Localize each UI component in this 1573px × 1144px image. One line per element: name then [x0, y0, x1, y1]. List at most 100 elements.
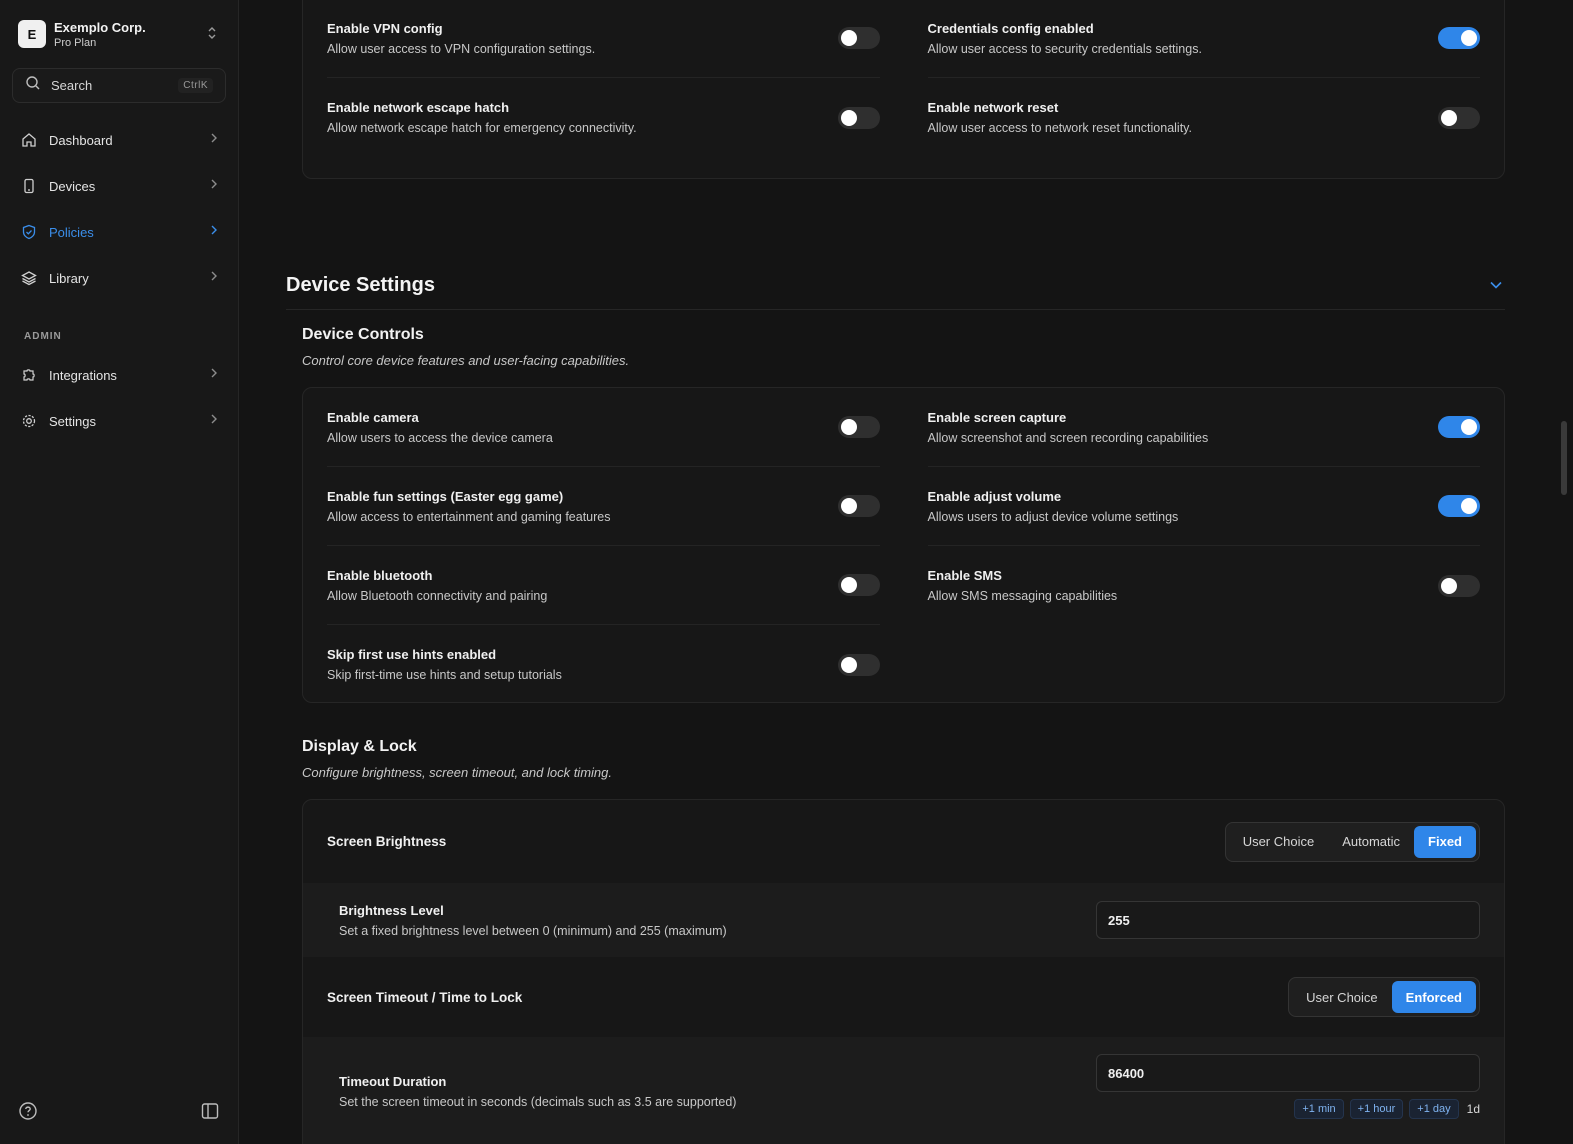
timeout-duration-control: +1 min +1 hour +1 day 1d — [1096, 1054, 1480, 1119]
timeout-duration-text: Timeout Duration Set the screen timeout … — [339, 1054, 1096, 1109]
setting-row-network-reset: Enable network reset Allow user access to… — [927, 78, 1480, 157]
setting-desc: Allow Bluetooth connectivity and pairing — [327, 588, 548, 603]
setting-row-network-escape-hatch: Enable network escape hatch Allow network… — [327, 78, 880, 157]
setting-title: Enable bluetooth — [327, 567, 433, 583]
search-box[interactable]: Search CtrlK — [12, 68, 226, 103]
timeout-option-enforced[interactable]: Enforced — [1391, 981, 1476, 1013]
toggle-credentials-config[interactable] — [1438, 27, 1480, 49]
setting-row-skip-first-use-hints: Skip first use hints enabled Skip first-t… — [327, 625, 880, 704]
display-lock-header: Display & Lock Configure brightness, scr… — [302, 738, 612, 780]
nav-label: Settings — [49, 413, 96, 429]
brightness-mode-selector: User Choice Automatic Fixed — [1224, 821, 1480, 862]
setting-desc: Allow access to entertainment and gaming… — [327, 509, 611, 524]
setting-desc: Set the screen timeout in seconds (decim… — [339, 1095, 737, 1109]
device-controls-grid: Enable camera Allow users to access the d… — [303, 388, 1504, 704]
toggle-network-reset[interactable] — [1438, 106, 1480, 129]
puzzle-icon — [20, 366, 38, 384]
chevron-right-icon — [210, 131, 218, 149]
org-switcher[interactable]: E Exemplo Corp. Pro Plan — [0, 0, 238, 56]
setting-title: Enable camera — [327, 409, 419, 425]
setting-title: Enable network reset — [927, 100, 1059, 115]
device-settings-header[interactable]: Device Settings — [286, 262, 1505, 310]
toggle-network-escape-hatch[interactable] — [837, 106, 880, 129]
chevron-down-icon[interactable] — [1489, 277, 1503, 295]
nav-item-settings[interactable]: Settings — [0, 398, 238, 444]
setting-title: Enable fun settings (Easter egg game) — [327, 488, 564, 504]
setting-title: Enable adjust volume — [927, 488, 1062, 504]
add-1-hour-button[interactable]: +1 hour — [1349, 1099, 1404, 1119]
subsection-title: Device Controls — [302, 326, 424, 343]
chevron-right-icon — [210, 177, 218, 195]
toggle-bluetooth[interactable] — [837, 574, 880, 596]
network-grid: Enable VPN config Allow user access to VP… — [303, 0, 1504, 157]
setting-row-camera: Enable camera Allow users to access the d… — [327, 388, 880, 467]
section-title: Device Settings — [286, 274, 435, 296]
setting-title: Enable SMS — [927, 568, 1002, 583]
brightness-option-fixed[interactable]: Fixed — [1414, 825, 1476, 858]
sidebar-toggle-icon[interactable] — [200, 1101, 220, 1126]
help-icon[interactable] — [18, 1101, 38, 1126]
nav-label: Devices — [49, 178, 96, 194]
device-controls-header: Device Controls Control core device feat… — [302, 326, 629, 368]
toggle-vpn-config[interactable] — [837, 27, 880, 49]
toggle-fun-settings[interactable] — [837, 495, 880, 517]
setting-row-credentials-config: Credentials config enabled Allow user acc… — [927, 0, 1480, 78]
chevron-right-icon — [210, 412, 218, 430]
setting-desc: Allow network escape hatch for emergency… — [327, 121, 637, 135]
toggle-sms[interactable] — [1438, 574, 1480, 597]
search-shortcut: CtrlK — [178, 78, 213, 93]
nav-item-library[interactable]: Library — [0, 255, 238, 301]
timeout-human-readable: 1d — [1466, 1102, 1480, 1116]
brightness-level-panel: Brightness Level Set a fixed brightness … — [303, 883, 1504, 957]
toggle-skip-first-use-hints[interactable] — [837, 653, 880, 676]
brightness-option-user-choice[interactable]: User Choice — [1229, 826, 1329, 858]
add-1-day-button[interactable]: +1 day — [1409, 1099, 1459, 1119]
admin-section-label: ADMIN — [24, 331, 62, 342]
home-icon — [20, 131, 38, 149]
setting-desc: Allow user access to network reset funct… — [927, 121, 1192, 135]
chevron-up-down-icon — [204, 26, 220, 43]
shield-check-icon — [20, 223, 38, 241]
setting-row-bluetooth: Enable bluetooth Allow Bluetooth connecti… — [327, 546, 880, 625]
nav-item-integrations[interactable]: Integrations — [0, 352, 238, 398]
setting-desc: Allow users to access the device camera — [327, 430, 553, 445]
phone-icon — [20, 177, 38, 195]
device-controls-card: Enable camera Allow users to access the d… — [302, 387, 1505, 703]
setting-title: Brightness Level — [339, 902, 444, 918]
scrollbar-thumb[interactable] — [1561, 421, 1567, 495]
setting-title: Screen Timeout / Time to Lock — [327, 989, 523, 1005]
chevron-right-icon — [210, 269, 218, 287]
toggle-adjust-volume[interactable] — [1438, 495, 1480, 517]
org-avatar: E — [18, 20, 46, 48]
setting-desc: Set a fixed brightness level between 0 (… — [339, 923, 727, 938]
setting-desc: Allow user access to security credential… — [927, 41, 1202, 56]
network-settings-card: Enable VPN config Allow user access to VP… — [302, 0, 1505, 179]
subsection-title: Display & Lock — [302, 738, 417, 755]
sidebar: E Exemplo Corp. Pro Plan Search CtrlK Da… — [0, 0, 239, 1144]
chevron-right-icon — [210, 366, 218, 384]
nav-item-devices[interactable]: Devices — [0, 163, 238, 209]
nav-item-dashboard[interactable]: Dashboard — [0, 117, 238, 163]
chevron-right-icon — [210, 223, 218, 241]
setting-row-vpn-config: Enable VPN config Allow user access to VP… — [327, 0, 880, 78]
nav-label: Policies — [49, 224, 94, 240]
nav-item-policies[interactable]: Policies — [0, 209, 238, 255]
toggle-screen-capture[interactable] — [1438, 416, 1480, 438]
sidebar-footer — [18, 1101, 220, 1126]
setting-row-screen-capture: Enable screen capture Allow screenshot an… — [927, 388, 1480, 467]
setting-desc: Skip first-time use hints and setup tuto… — [327, 668, 562, 682]
add-1-min-button[interactable]: +1 min — [1294, 1099, 1344, 1119]
brightness-option-automatic[interactable]: Automatic — [1328, 826, 1414, 858]
search-icon — [25, 75, 41, 96]
timeout-option-user-choice[interactable]: User Choice — [1292, 981, 1392, 1013]
setting-title: Timeout Duration — [339, 1074, 447, 1089]
layers-icon — [20, 269, 38, 287]
setting-desc: Allow user access to VPN configuration s… — [327, 41, 596, 56]
setting-desc: Allow SMS messaging capabilities — [927, 589, 1118, 603]
setting-title: Screen Brightness — [327, 834, 447, 849]
screen-brightness-row: Screen Brightness User Choice Automatic … — [303, 800, 1504, 883]
brightness-level-input[interactable] — [1096, 901, 1480, 939]
timeout-duration-input[interactable] — [1096, 1054, 1480, 1092]
org-info: Exemplo Corp. Pro Plan — [54, 20, 204, 49]
toggle-camera[interactable] — [837, 416, 880, 438]
